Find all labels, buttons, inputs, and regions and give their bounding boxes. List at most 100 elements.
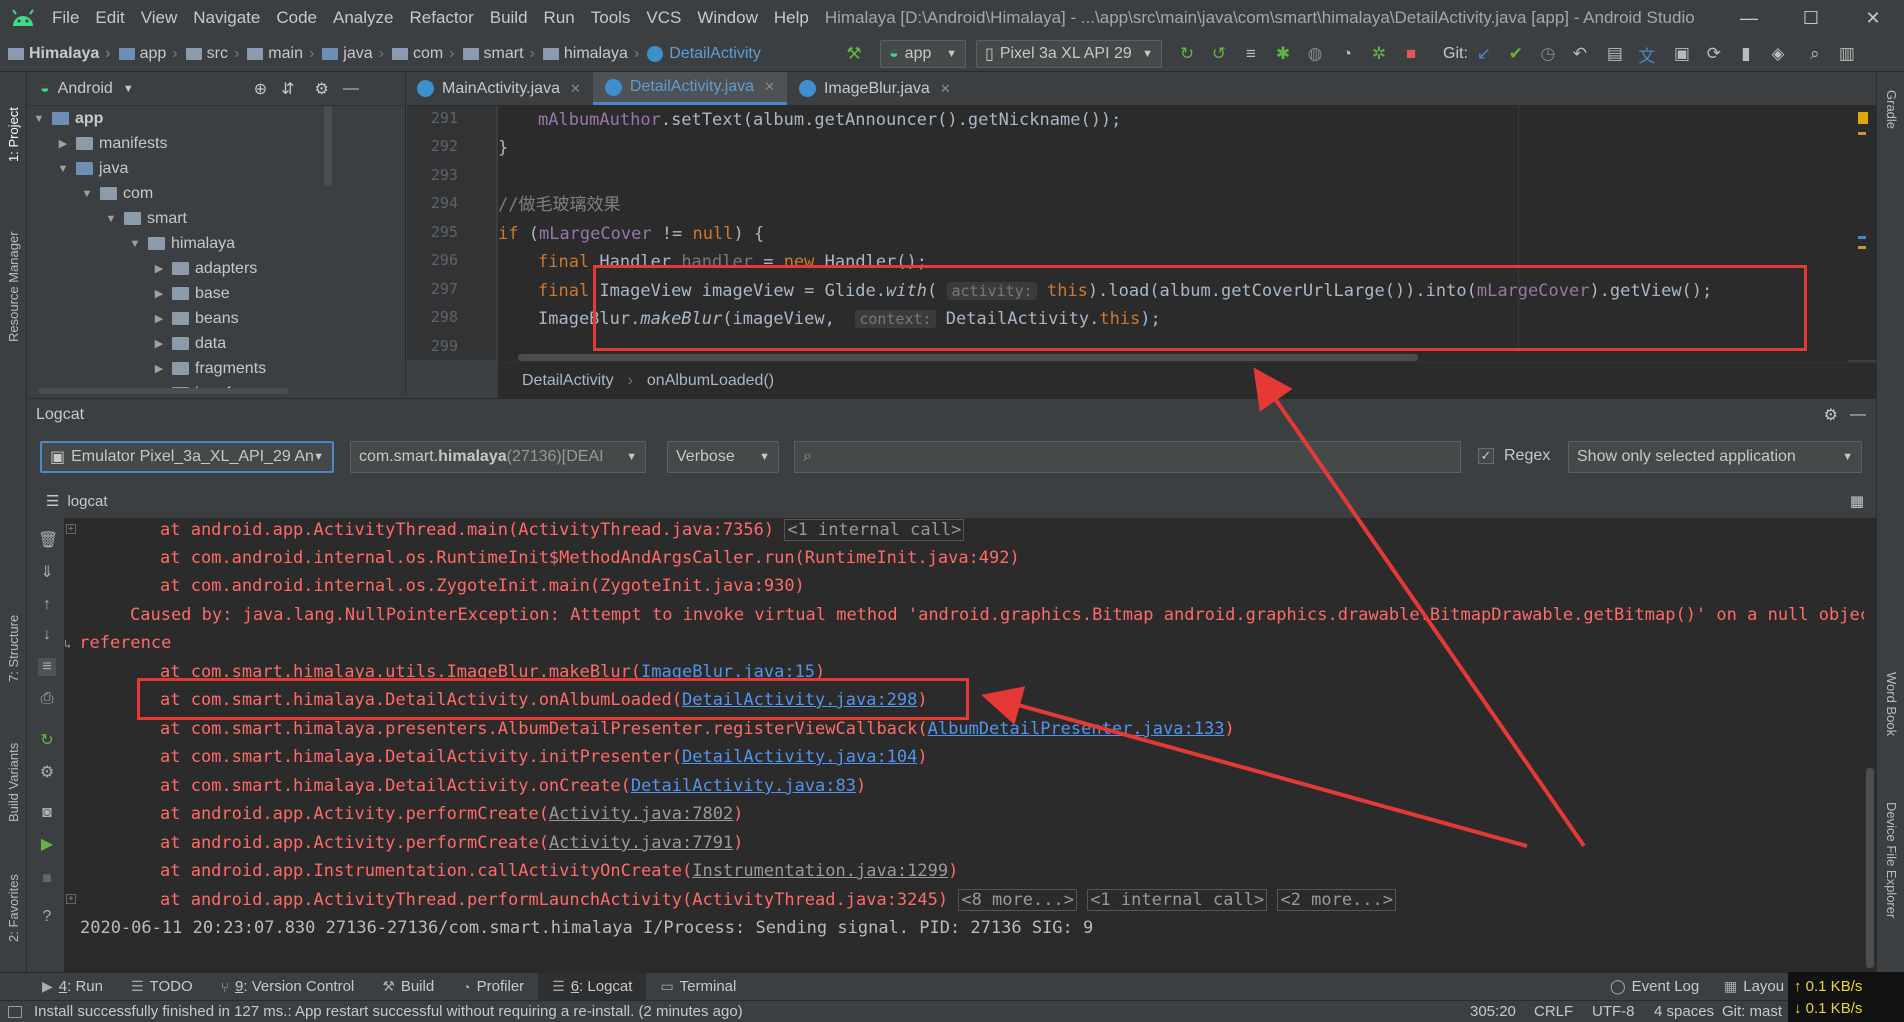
source-link[interactable]: DetailActivity.java:83: [631, 776, 856, 796]
fold-icon[interactable]: +: [66, 894, 76, 904]
menu-edit[interactable]: Edit: [95, 8, 124, 28]
chevron-down-icon[interactable]: ▼: [104, 213, 118, 225]
line-separator[interactable]: CRLF: [1534, 1003, 1573, 1020]
search-input[interactable]: [817, 448, 1460, 466]
close-button[interactable]: ✕: [1842, 0, 1904, 36]
close-tab-icon[interactable]: ✕: [764, 79, 775, 95]
menu-view[interactable]: View: [141, 8, 178, 28]
maximize-button[interactable]: ☐: [1780, 0, 1842, 36]
breadcrumb-project[interactable]: Himalaya ›: [0, 45, 111, 63]
apply-code-changes-icon[interactable]: ↺: [1208, 43, 1230, 65]
editor-hscrollbar[interactable]: [498, 352, 1848, 362]
breadcrumb-com[interactable]: com ›: [384, 45, 455, 63]
chevron-right-icon[interactable]: ▶: [152, 337, 166, 350]
editor-scrollbar[interactable]: [1848, 106, 1876, 360]
fold-icon[interactable]: +: [66, 524, 76, 534]
tree-item-java[interactable]: ▼ java: [28, 156, 405, 181]
tree-item-manifests[interactable]: ▶ manifests: [28, 131, 405, 156]
git-history-icon[interactable]: ◷: [1537, 43, 1559, 65]
menu-analyze[interactable]: Analyze: [333, 8, 393, 28]
source-link[interactable]: Instrumentation.java:1299: [692, 861, 948, 881]
sdk-manager-icon[interactable]: ▣: [1671, 43, 1693, 65]
breadcrumb-class[interactable]: DetailActivity: [522, 372, 614, 390]
menu-code[interactable]: Code: [276, 8, 317, 28]
file-encoding[interactable]: UTF-8: [1592, 1003, 1635, 1020]
breadcrumb-src[interactable]: src ›: [178, 45, 239, 63]
tree-item-himalaya[interactable]: ▼ himalaya: [28, 231, 405, 256]
git-update-icon[interactable]: ↙: [1473, 43, 1495, 65]
sync-gradle-icon[interactable]: ⟳: [1703, 43, 1725, 65]
breadcrumb-main[interactable]: main ›: [239, 45, 314, 63]
chevron-right-icon[interactable]: ▶: [152, 362, 166, 375]
translate-icon[interactable]: 文: [1636, 43, 1658, 66]
close-tab-icon[interactable]: ✕: [940, 81, 951, 97]
tool-device-file-explorer[interactable]: Device File Explorer: [1884, 802, 1899, 918]
menu-tools[interactable]: Tools: [591, 8, 631, 28]
menu-build[interactable]: Build: [490, 8, 528, 28]
tab-mainactivity[interactable]: MainActivity.java ✕: [407, 72, 593, 105]
gear-icon[interactable]: ⚙: [1824, 405, 1838, 425]
project-view-select[interactable]: Android: [58, 80, 113, 98]
hide-panel-icon[interactable]: —: [343, 80, 359, 98]
attach-debugger-icon[interactable]: ✲: [1368, 43, 1390, 65]
chevron-down-icon[interactable]: ▼: [128, 238, 142, 250]
run-config-select[interactable]: ◒ app ▼: [880, 40, 966, 68]
tab-run[interactable]: ▶ 4: Run: [28, 973, 117, 1001]
layout-icon[interactable]: ▥: [1836, 43, 1858, 65]
tool-gradle[interactable]: Gradle: [1884, 90, 1899, 129]
git-rollback-icon[interactable]: ↶: [1569, 43, 1591, 65]
project-structure-icon[interactable]: ▤: [1604, 43, 1626, 65]
source-link[interactable]: Activity.java:7791: [549, 833, 733, 853]
tab-terminal[interactable]: ▭ Terminal: [646, 973, 750, 1001]
tab-profiler[interactable]: ◔ Profiler: [448, 973, 538, 1001]
device-combo[interactable]: ▣ Emulator Pixel_3a_XL_API_29 Anc ▼: [40, 441, 334, 473]
tool-resource-manager[interactable]: Resource Manager: [6, 212, 21, 342]
tab-detailactivity[interactable]: DetailActivity.java ✕: [592, 72, 787, 105]
tab-todo[interactable]: ☰ TODO: [117, 973, 207, 1001]
status-message[interactable]: Install successfully finished in 127 ms.…: [34, 1003, 743, 1020]
chevron-down-icon[interactable]: ▼: [123, 83, 134, 95]
tree-item-beans[interactable]: ▶ beans: [28, 306, 405, 331]
warning-stripe[interactable]: [1858, 246, 1866, 249]
source-link[interactable]: AlbumDetailPresenter.java:133: [928, 719, 1225, 739]
indent-setting[interactable]: 4 spaces: [1654, 1003, 1714, 1020]
device-manager-icon[interactable]: ◈: [1767, 43, 1789, 65]
menu-file[interactable]: File: [52, 8, 79, 28]
chevron-right-icon[interactable]: ▶: [152, 312, 166, 325]
menu-help[interactable]: Help: [774, 8, 809, 28]
logcat-scrollbar[interactable]: [1864, 518, 1876, 972]
breadcrumb-himalaya[interactable]: himalaya ›: [535, 45, 639, 63]
locate-icon[interactable]: ⊕: [254, 79, 267, 99]
breadcrumb-app[interactable]: app ›: [111, 45, 178, 63]
tab-imageblur[interactable]: ImageBlur.java ✕: [787, 72, 963, 105]
tool-structure[interactable]: 7: Structure: [6, 592, 21, 682]
coverage-icon[interactable]: ◍: [1304, 43, 1326, 65]
chevron-right-icon[interactable]: ▶: [152, 287, 166, 300]
warning-icon[interactable]: [1858, 112, 1868, 124]
print-icon[interactable]: ⎙: [38, 690, 56, 708]
tree-item-smart[interactable]: ▼ smart: [28, 206, 405, 231]
minimize-button[interactable]: —: [1718, 0, 1780, 36]
chevron-right-icon[interactable]: ▶: [152, 262, 166, 275]
tab-logcat[interactable]: ☰ 6: Logcat: [538, 972, 647, 1001]
profile-icon[interactable]: ◔: [1336, 43, 1358, 65]
chevron-down-icon[interactable]: ▼: [56, 163, 70, 175]
chevron-down-icon[interactable]: ▼: [32, 113, 46, 125]
menu-navigate[interactable]: Navigate: [193, 8, 260, 28]
chevron-right-icon[interactable]: ▶: [56, 137, 70, 150]
git-branch[interactable]: Git: mast: [1722, 1003, 1782, 1020]
tool-word-book[interactable]: Word Book: [1884, 672, 1899, 736]
process-combo[interactable]: com.smart. himalaya (27136) [DEAI ▼: [350, 441, 646, 473]
tree-item-fragments[interactable]: ▶ fragments: [28, 356, 405, 381]
logcat-subtab[interactable]: logcat: [67, 493, 107, 510]
menu-refactor[interactable]: Refactor: [409, 8, 473, 28]
run-list-icon[interactable]: ≡: [1240, 43, 1262, 65]
tree-item-data[interactable]: ▶ data: [28, 331, 405, 356]
search-icon[interactable]: ⌕: [1804, 43, 1826, 65]
regex-checkbox[interactable]: ✓ Regex: [1478, 447, 1550, 465]
chevron-down-icon[interactable]: ▼: [80, 188, 94, 200]
git-commit-icon[interactable]: ✔: [1505, 43, 1527, 65]
breadcrumb-method[interactable]: onAlbumLoaded(): [647, 372, 774, 390]
tree-item-com[interactable]: ▼ com: [28, 181, 405, 206]
hide-panel-icon[interactable]: —: [1850, 406, 1866, 424]
